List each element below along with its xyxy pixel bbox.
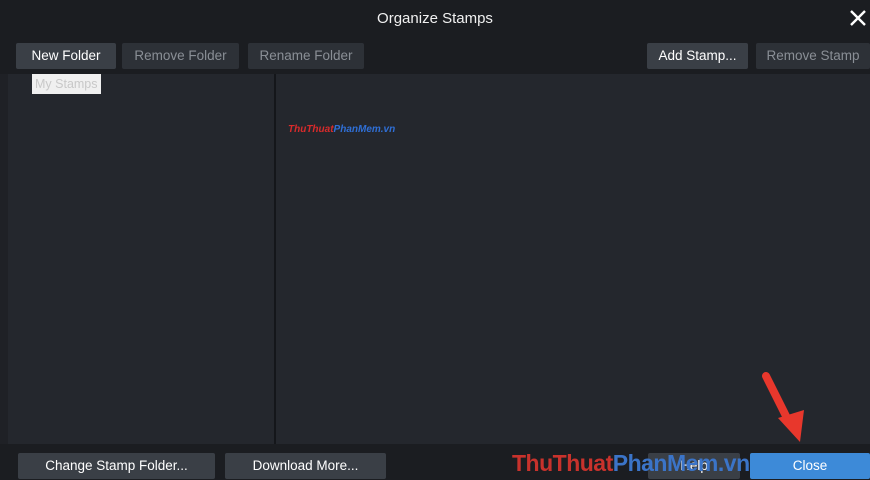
watermark-logo: ThuThuatPhanMem.vn [512,450,750,477]
rename-folder-button[interactable]: Rename Folder [248,43,364,69]
watermark-part2: PhanMem.vn [612,450,750,476]
new-folder-button[interactable]: New Folder [16,43,116,69]
folder-list-pane: My Stamps [8,74,274,444]
title-bar: Organize Stamps [0,0,870,38]
window-title: Organize Stamps [377,10,493,27]
watermark-part1: ThuThuat [512,450,613,476]
footer-bar: Change Stamp Folder... Download More... … [0,444,870,480]
close-window-icon[interactable] [846,4,868,32]
folder-item-my-stamps[interactable]: My Stamps [32,74,101,94]
remove-stamp-button[interactable]: Remove Stamp [756,43,870,69]
close-button[interactable]: Close [750,453,870,479]
stamp-thumbnail[interactable]: ThuThuatPhanMem.vn [288,124,395,135]
download-more-button[interactable]: Download More... [225,453,386,479]
toolbar: New Folder Remove Folder Rename Folder A… [0,38,870,74]
remove-folder-button[interactable]: Remove Folder [122,43,239,69]
red-arrow-icon [760,372,806,444]
stamp-text-part1: ThuThuat [288,124,334,135]
change-stamp-folder-button[interactable]: Change Stamp Folder... [18,453,215,479]
add-stamp-button[interactable]: Add Stamp... [647,43,748,69]
stamp-text-part2: PhanMem.vn [333,124,396,135]
